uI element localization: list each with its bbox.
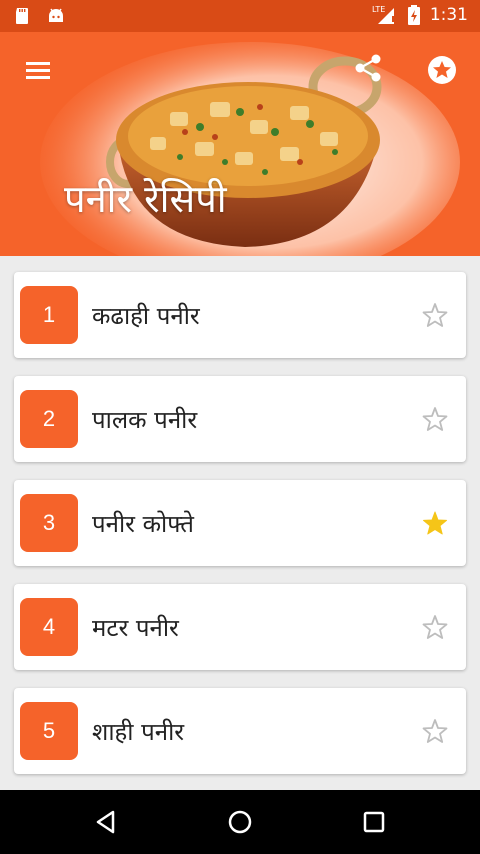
recipe-name: कढाही पनीर — [92, 302, 200, 330]
recipe-number-badge: 5 — [20, 702, 78, 760]
battery-charging-icon — [407, 5, 420, 25]
star-filled-icon[interactable] — [422, 510, 448, 536]
recipe-name: मटर पनीर — [92, 614, 179, 642]
recipe-card-1[interactable]: 1 कढाही पनीर — [14, 272, 466, 358]
back-triangle-icon[interactable] — [92, 808, 120, 836]
recipe-list: 1 कढाही पनीर 2 पालक पनीर 3 पनीर कोफ्ते 4… — [0, 256, 480, 790]
recipe-card-4[interactable]: 4 मटर पनीर — [14, 584, 466, 670]
page-title: पनीर रेसिपी — [64, 177, 227, 221]
recipe-name: पनीर कोफ्ते — [92, 510, 194, 538]
star-outline-icon[interactable] — [422, 718, 448, 744]
star-outline-icon[interactable] — [422, 302, 448, 328]
hamburger-menu-icon[interactable] — [22, 54, 54, 86]
recipe-number-badge: 4 — [20, 598, 78, 656]
recipe-name: पालक पनीर — [92, 406, 198, 434]
star-outline-icon[interactable] — [422, 406, 448, 432]
status-time: 1:31 — [429, 5, 468, 25]
recipe-card-5[interactable]: 5 शाही पनीर — [14, 688, 466, 774]
recipe-number-badge: 2 — [20, 390, 78, 448]
recipe-card-2[interactable]: 2 पालक पनीर — [14, 376, 466, 462]
home-circle-icon[interactable] — [226, 808, 254, 836]
status-bar: LTE 1:31 — [0, 0, 480, 32]
system-nav-bar — [0, 790, 480, 854]
star-circle-icon[interactable] — [424, 52, 460, 88]
signal-icon: LTE — [372, 5, 394, 24]
recipe-number-badge: 3 — [20, 494, 78, 552]
recents-square-icon[interactable] — [360, 808, 388, 836]
share-icon[interactable] — [352, 52, 384, 84]
star-outline-icon[interactable] — [422, 614, 448, 640]
recipe-card-3[interactable]: 3 पनीर कोफ्ते — [14, 480, 466, 566]
recipe-name: शाही पनीर — [92, 718, 185, 746]
sd-card-icon — [16, 8, 28, 24]
svg-text:LTE: LTE — [372, 5, 385, 14]
android-icon — [49, 8, 63, 22]
app-header: पनीर रेसिपी — [0, 32, 480, 256]
recipe-number-badge: 1 — [20, 286, 78, 344]
